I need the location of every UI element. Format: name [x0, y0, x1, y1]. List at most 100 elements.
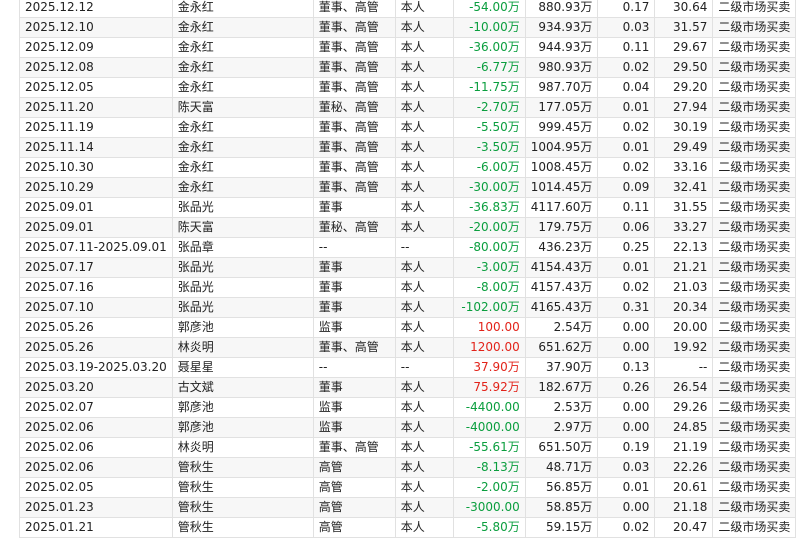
table-row: 2025.02.05 管秋生 高管 本人 -2.00万 56.85万 0.01 20.61 二级… [19, 477, 797, 498]
holding-after-cell: 2.97万 [524, 417, 599, 438]
avg-price-cell: 31.55 [654, 197, 714, 218]
table-row: 2025.12.12 金永红 董事、高管 本人 -54.00万 880.93万 0.17 30… [19, 0, 797, 18]
position-cell: 董事、高管 [312, 137, 396, 158]
position-cell: 高管 [312, 517, 396, 538]
table-row: 2025.11.19 金永红 董事、高管 本人 -5.50万 999.45万 0.02 30.… [19, 117, 797, 138]
relation-cell: 本人 [394, 377, 454, 398]
relation-cell: 本人 [394, 117, 454, 138]
holding-after-cell: 1008.45万 [524, 157, 599, 178]
relation-cell: 本人 [394, 77, 454, 98]
change-ratio-cell: 0.03 [597, 457, 656, 478]
name-cell: 金永红 [171, 57, 314, 78]
avg-price-cell: 20.34 [654, 297, 714, 318]
avg-price-cell: 19.92 [654, 337, 714, 358]
change-amount-cell: 100.00 [452, 317, 526, 338]
date-cell: 2025.02.06 [19, 417, 173, 438]
date-cell: 2025.07.17 [19, 257, 173, 278]
date-cell: 2025.12.05 [19, 77, 173, 98]
change-ratio-cell: 0.11 [597, 197, 656, 218]
change-amount-cell: -6.00万 [452, 157, 526, 178]
holding-after-cell: 4154.43万 [524, 257, 599, 278]
holding-after-cell: 944.93万 [524, 37, 599, 58]
name-cell: 张品光 [171, 257, 314, 278]
relation-cell: 本人 [394, 137, 454, 158]
table-row: 2025.09.01 张品光 董事 本人 -36.83万 4117.60万 0.11 31.5… [19, 197, 797, 218]
name-cell: 金永红 [171, 117, 314, 138]
date-cell: 2025.12.12 [19, 0, 173, 18]
position-cell: 董事 [312, 257, 396, 278]
holding-after-cell: 2.53万 [524, 397, 599, 418]
date-cell: 2025.02.06 [19, 457, 173, 478]
avg-price-cell: 26.54 [654, 377, 714, 398]
date-cell: 2025.09.01 [19, 197, 173, 218]
name-cell: 聂星星 [171, 357, 314, 378]
table-row: 2025.07.11-2025.09.01 张品章 -- -- -80.00万 436.2… [19, 237, 797, 258]
change-ratio-cell: 0.02 [597, 517, 656, 538]
change-ratio-cell: 0.31 [597, 297, 656, 318]
trade-type-cell: 二级市场买卖 [712, 257, 797, 278]
change-amount-cell: -36.83万 [452, 197, 526, 218]
relation-cell: -- [394, 237, 454, 258]
change-amount-cell: -80.00万 [452, 237, 526, 258]
holding-after-cell: 999.45万 [524, 117, 599, 138]
name-cell: 陈天富 [171, 217, 314, 238]
change-ratio-cell: 0.06 [597, 217, 656, 238]
table-row: 2025.05.26 林炎明 董事、高管 本人 1200.00 651.62万 0.00 19… [19, 337, 797, 358]
position-cell: 董事、高管 [312, 337, 396, 358]
date-cell: 2025.09.01 [19, 217, 173, 238]
position-cell: 董事、高管 [312, 437, 396, 458]
change-ratio-cell: 0.02 [597, 277, 656, 298]
table-body: 2025.12.12 金永红 董事、高管 本人 -54.00万 880.93万 0.17 30… [19, 0, 797, 538]
change-ratio-cell: 0.02 [597, 157, 656, 178]
avg-price-cell: 21.21 [654, 257, 714, 278]
date-cell: 2025.01.23 [19, 497, 173, 518]
relation-cell: 本人 [394, 277, 454, 298]
date-cell: 2025.11.14 [19, 137, 173, 158]
date-cell: 2025.10.29 [19, 177, 173, 198]
trade-type-cell: 二级市场买卖 [712, 0, 797, 18]
table-row: 2025.12.10 金永红 董事、高管 本人 -10.00万 934.93万 0.03 31… [19, 17, 797, 38]
trade-type-cell: 二级市场买卖 [712, 117, 797, 138]
table-row: 2025.02.06 林炎明 董事、高管 本人 -55.61万 651.50万 0.19 21… [19, 437, 797, 458]
name-cell: 张品光 [171, 277, 314, 298]
name-cell: 管秋生 [171, 517, 314, 538]
change-ratio-cell: 0.09 [597, 177, 656, 198]
trade-type-cell: 二级市场买卖 [712, 397, 797, 418]
relation-cell: 本人 [394, 457, 454, 478]
change-amount-cell: -5.80万 [452, 517, 526, 538]
holding-after-cell: 177.05万 [524, 97, 599, 118]
position-cell: 监事 [312, 317, 396, 338]
trade-type-cell: 二级市场买卖 [712, 157, 797, 178]
holding-after-cell: 980.93万 [524, 57, 599, 78]
date-cell: 2025.07.11-2025.09.01 [19, 237, 173, 258]
relation-cell: 本人 [394, 497, 454, 518]
position-cell: 董事、高管 [312, 177, 396, 198]
change-amount-cell: -3.00万 [452, 257, 526, 278]
relation-cell: 本人 [394, 197, 454, 218]
date-cell: 2025.12.08 [19, 57, 173, 78]
avg-price-cell: 31.57 [654, 17, 714, 38]
name-cell: 郭彦池 [171, 397, 314, 418]
trade-type-cell: 二级市场买卖 [712, 317, 797, 338]
relation-cell: 本人 [394, 517, 454, 538]
change-ratio-cell: 0.04 [597, 77, 656, 98]
name-cell: 张品光 [171, 197, 314, 218]
table-row: 2025.12.08 金永红 董事、高管 本人 -6.77万 980.93万 0.02 29.… [19, 57, 797, 78]
name-cell: 张品光 [171, 297, 314, 318]
name-cell: 陈天富 [171, 97, 314, 118]
trade-type-cell: 二级市场买卖 [712, 417, 797, 438]
trade-type-cell: 二级市场买卖 [712, 377, 797, 398]
holding-after-cell: 436.23万 [524, 237, 599, 258]
change-amount-cell: -10.00万 [452, 17, 526, 38]
relation-cell: 本人 [394, 417, 454, 438]
change-amount-cell: -2.70万 [452, 97, 526, 118]
table-row: 2025.12.05 金永红 董事、高管 本人 -11.75万 987.70万 0.04 29… [19, 77, 797, 98]
change-ratio-cell: 0.11 [597, 37, 656, 58]
position-cell: 董事、高管 [312, 77, 396, 98]
change-amount-cell: 37.90万 [452, 357, 526, 378]
position-cell: 董秘、高管 [312, 97, 396, 118]
relation-cell: 本人 [394, 477, 454, 498]
relation-cell: 本人 [394, 397, 454, 418]
change-ratio-cell: 0.00 [597, 417, 656, 438]
position-cell: 监事 [312, 417, 396, 438]
